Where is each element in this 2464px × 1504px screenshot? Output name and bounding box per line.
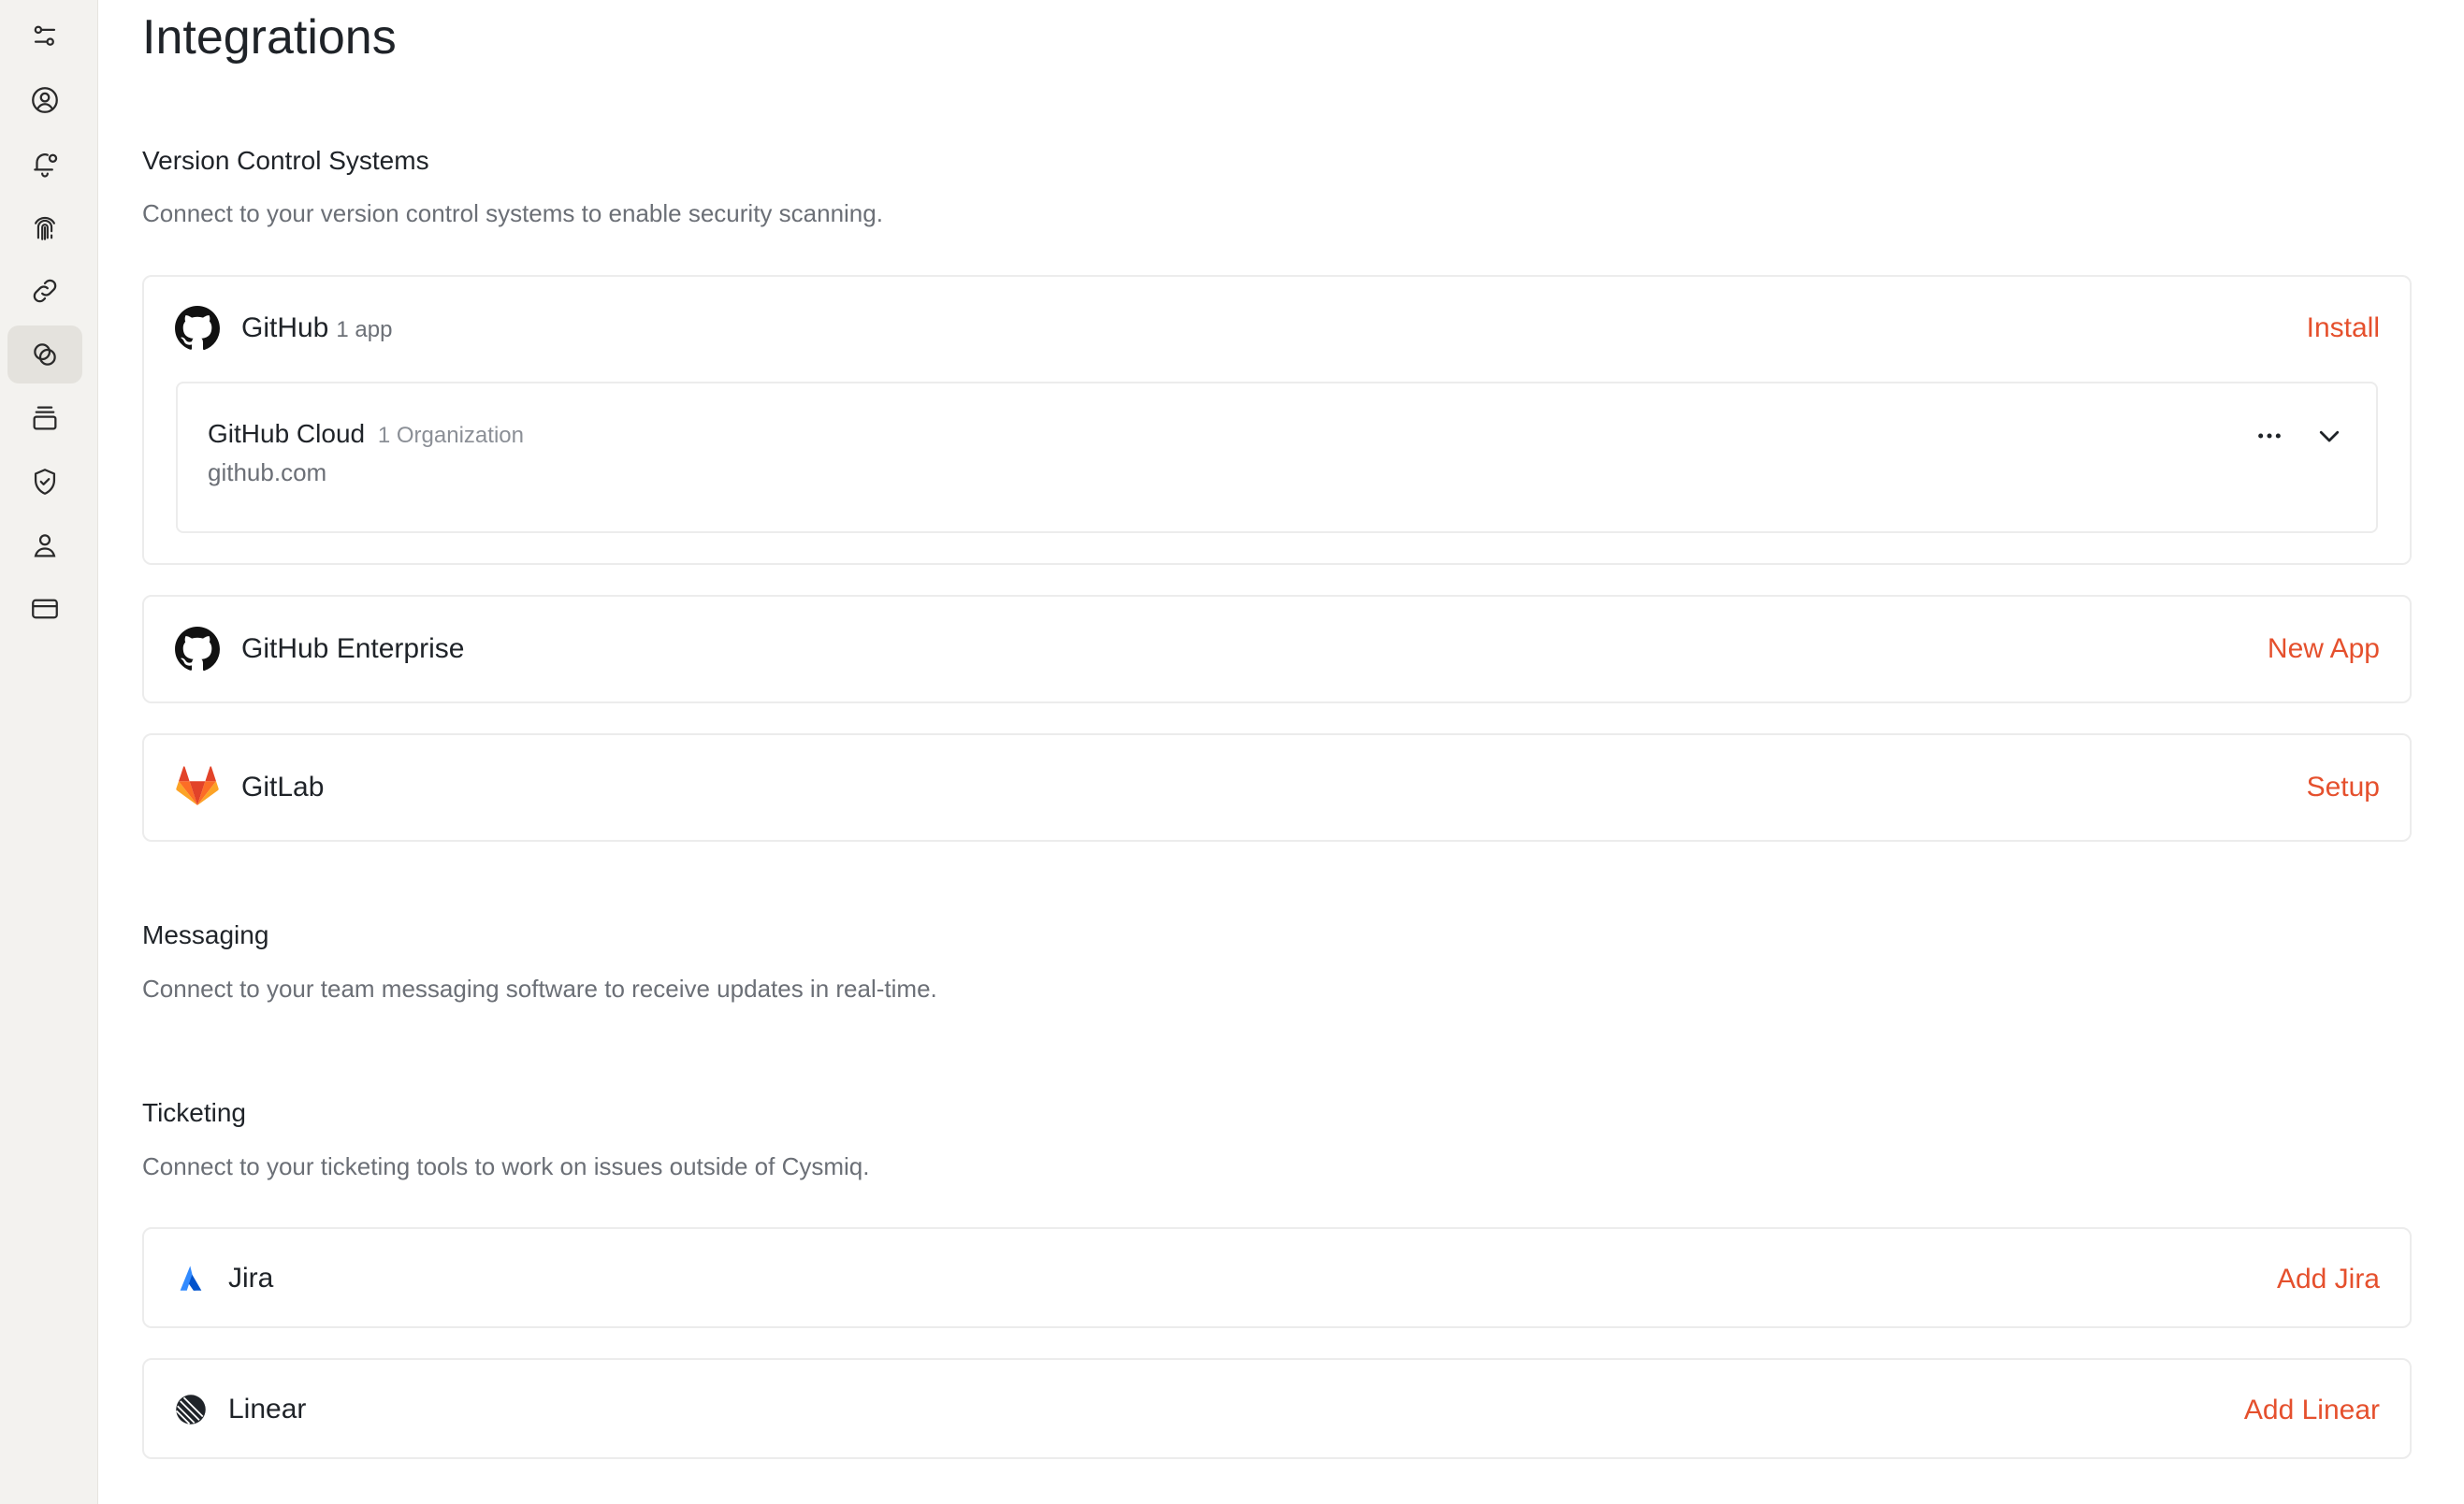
sidebar-item-billing[interactable] [7,580,82,638]
github-name: GitHub [241,312,329,343]
github-header: GitHub 1 app [144,301,2410,355]
ticketing-section-description: Connect to your ticketing tools to work … [142,1152,870,1180]
bell-icon [34,153,58,178]
github-cloud-name: GitHub Cloud [208,419,366,448]
jira-card: Jira Add Jira [142,1227,2412,1328]
jira-name: Jira [228,1263,274,1294]
sidebar [0,0,98,1504]
gitlab-header: GitLab [144,759,2410,816]
integrations-icon [34,343,56,366]
github-cloud-title: GitHub Cloud 1 Organization [208,417,524,453]
messaging-section-description: Connect to your team messaging software … [142,975,937,1003]
linear-card: Linear Add Linear [142,1358,2412,1459]
github-enterprise-name: GitHub Enterprise [241,633,465,664]
link-icon [33,279,57,303]
shield-check-icon [34,469,56,495]
messaging-section-title: Messaging [142,920,269,949]
github-cloud-org-count: 1 Organization [377,423,524,448]
jira-icon [174,1262,208,1295]
sidebar-item-authentication[interactable] [7,198,82,256]
github-enterprise-header: GitHub Enterprise [144,621,2410,677]
credit-card-icon [32,599,58,619]
ticketing-section-title: Ticketing [142,1098,247,1127]
github-icon [174,305,221,352]
github-app-count: 1 app [336,317,393,342]
linear-icon [174,1393,208,1426]
page-title: Integrations [142,10,397,65]
github-enterprise-card: GitHub Enterprise New App [142,595,2412,703]
github-cloud-host: github.com [208,458,327,486]
sidebar-item-notifications[interactable] [7,135,82,193]
sidebar-item-profile[interactable] [7,71,82,129]
linear-header: Linear [144,1382,2410,1437]
sidebar-item-projects[interactable] [7,389,82,447]
gitlab-card: GitLab Setup [142,733,2412,842]
gitlab-icon [174,764,221,811]
person-icon [34,534,56,557]
github-cloud-card: GitHub Cloud 1 Organization github.com [176,382,2378,533]
jira-header: Jira [144,1251,2410,1306]
expand-button[interactable] [2309,415,2350,456]
settings-sliders-icon [34,25,56,46]
github-card: GitHub 1 app Install GitHub Cloud 1 Orga… [142,275,2412,565]
gitlab-setup-link[interactable]: Setup [2307,771,2380,804]
more-horizontal-icon [2258,433,2281,439]
sidebar-item-members[interactable] [7,516,82,574]
linear-name: Linear [228,1394,307,1424]
fingerprint-icon [35,216,55,240]
stack-icon [33,406,57,430]
more-options-button[interactable] [2249,415,2290,456]
sidebar-item-settings[interactable] [7,7,82,65]
sidebar-item-security[interactable] [7,453,82,511]
user-circle-icon [32,87,58,113]
vcs-section-title: Version Control Systems [142,146,429,175]
gitlab-name: GitLab [241,772,325,803]
github-install-link[interactable]: Install [2307,311,2380,345]
add-jira-link[interactable]: Add Jira [2277,1263,2380,1296]
vcs-section-description: Connect to your version control systems … [142,199,883,227]
chevron-down-icon [2319,430,2340,442]
github-enterprise-icon [174,626,221,672]
sidebar-item-links[interactable] [7,262,82,320]
add-linear-link[interactable]: Add Linear [2244,1394,2380,1427]
github-enterprise-new-app-link[interactable]: New App [2268,632,2380,666]
sidebar-item-integrations[interactable] [7,325,82,383]
